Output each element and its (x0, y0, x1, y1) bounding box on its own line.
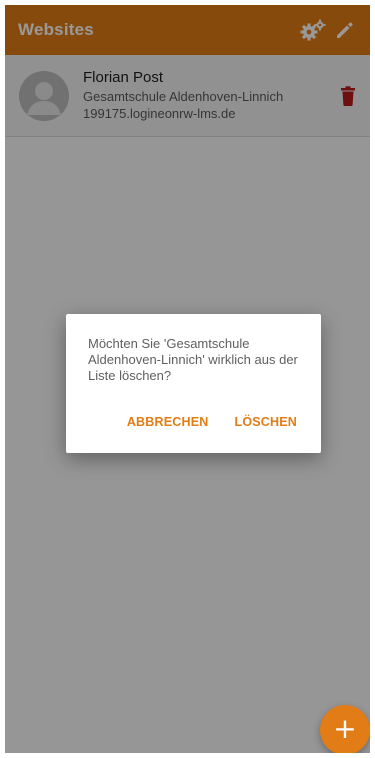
confirm-delete-dialog: Möchten Sie 'Gesamtschule Aldenhoven-Lin… (66, 314, 321, 453)
plus-icon: + (333, 712, 357, 745)
dialog-message: Möchten Sie 'Gesamtschule Aldenhoven-Lin… (88, 336, 298, 383)
app-screen: Websites Florian Post Gesamtschule Alden… (5, 5, 370, 753)
add-website-button[interactable]: + (320, 705, 370, 753)
cancel-button[interactable]: ABBRECHEN (121, 411, 215, 433)
confirm-delete-button[interactable]: LÖSCHEN (228, 411, 303, 433)
dialog-actions: ABBRECHEN LÖSCHEN (107, 411, 303, 433)
